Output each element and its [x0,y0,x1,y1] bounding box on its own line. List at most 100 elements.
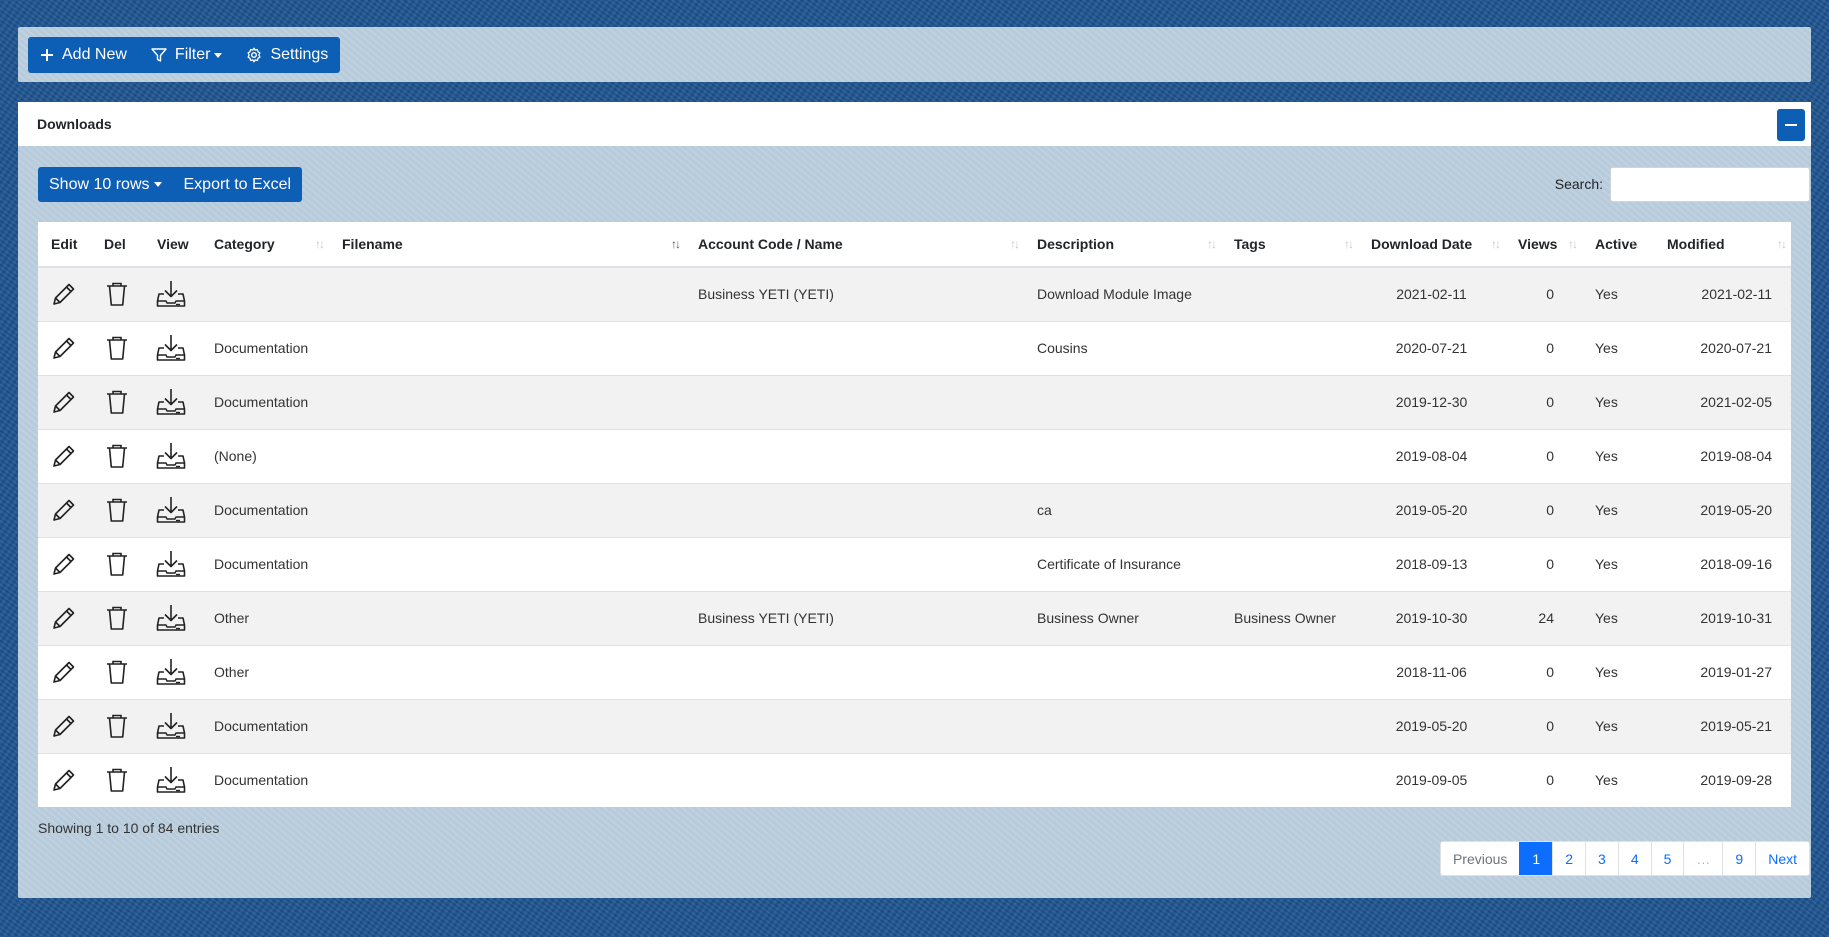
pencil-icon[interactable] [49,549,91,579]
download-icon[interactable] [155,710,201,742]
pencil-icon[interactable] [49,387,91,417]
cell-download-date: 2019-12-30 [1358,374,1505,429]
edit-cell [38,482,91,537]
trash-icon[interactable] [102,657,144,687]
cell-modified: 2019-09-28 [1644,752,1791,807]
table-row: Other Business YETI (YETI) Business Owne… [38,590,1791,645]
settings-button[interactable]: Settings [234,37,340,73]
cell-views: 0 [1505,320,1582,375]
delete-cell [91,752,144,807]
cell-active: Yes [1582,644,1644,699]
pencil-icon[interactable] [49,657,91,687]
pencil-icon[interactable] [49,279,91,309]
page-button[interactable]: 5 [1650,842,1684,875]
export-excel-button[interactable]: Export to Excel [173,167,303,202]
trash-icon[interactable] [102,279,144,309]
page-button[interactable]: 4 [1617,842,1651,875]
add-new-button[interactable]: Add New [28,37,139,73]
pencil-icon[interactable] [49,711,91,741]
trash-icon[interactable] [102,495,144,525]
trash-icon[interactable] [102,333,144,363]
cell-account: Business YETI (YETI) [685,590,1024,645]
page-button[interactable]: 3 [1585,842,1618,875]
header-tags[interactable]: Tags ↑↓ [1221,222,1358,268]
cell-download-date: 2019-08-04 [1358,428,1505,483]
pencil-icon[interactable] [49,495,91,525]
cell-category: Documentation [201,698,329,753]
cell-description: Business Owner [1024,590,1221,645]
header-category[interactable]: Category ↑↓ [201,222,329,268]
download-icon[interactable] [155,386,201,418]
pencil-icon[interactable] [49,603,91,633]
cell-description [1024,752,1221,807]
table-row: (None) 2019-08-04 0 Yes 2019-08-04 [38,428,1791,483]
edit-cell [38,752,91,807]
download-icon[interactable] [155,332,201,364]
next-page-button[interactable]: Next [1755,842,1809,875]
cell-description [1024,374,1221,429]
page-button[interactable]: 1 [1519,842,1553,875]
header-account[interactable]: Account Code / Name ↑↓ [685,222,1024,268]
download-icon[interactable] [155,278,201,310]
pencil-icon[interactable] [49,765,91,795]
view-cell [144,644,201,699]
cell-category: Documentation [201,374,329,429]
cell-account [685,752,1024,807]
header-del: Del [91,222,144,268]
header-filename[interactable]: Filename ↑↓ [329,222,685,268]
trash-icon[interactable] [102,549,144,579]
cell-modified: 2020-07-21 [1644,320,1791,375]
table-row: Documentation ca 2019-05-20 0 Yes 2019-0… [38,482,1791,537]
header-views[interactable]: Views ↑↓ [1505,222,1582,268]
cell-active: Yes [1582,482,1644,537]
cell-description [1024,644,1221,699]
cell-category: Documentation [201,536,329,591]
cell-active: Yes [1582,536,1644,591]
view-cell [144,536,201,591]
view-cell [144,374,201,429]
cell-views: 0 [1505,752,1582,807]
header-active[interactable]: Active ↑↓ [1582,222,1644,268]
entries-info: Showing 1 to 10 of 84 entries [38,820,220,836]
cell-tags [1221,374,1358,429]
table-header-row: Edit Del View Category ↑↓ Filename ↑↓ Acco… [38,222,1791,268]
cell-modified: 2021-02-05 [1644,374,1791,429]
edit-cell [38,428,91,483]
page-button[interactable]: 9 [1722,842,1755,875]
header-modified[interactable]: Modified ↑↓ [1644,222,1791,268]
cell-category: (None) [201,428,329,483]
trash-icon[interactable] [102,387,144,417]
trash-icon[interactable] [102,765,144,795]
cell-tags [1221,482,1358,537]
cell-tags [1221,536,1358,591]
download-icon[interactable] [155,656,201,688]
download-icon[interactable] [155,602,201,634]
table-row: Documentation Certificate of Insurance 2… [38,536,1791,591]
header-description[interactable]: Description ↑↓ [1024,222,1221,268]
cell-views: 0 [1505,536,1582,591]
chevron-down-icon [214,52,223,58]
header-download-date[interactable]: Download Date ↑↓ [1358,222,1505,268]
previous-page-button[interactable]: Previous [1441,842,1519,875]
pencil-icon[interactable] [49,441,91,471]
download-icon[interactable] [155,494,201,526]
show-rows-button[interactable]: Show 10 rows [38,167,173,202]
trash-icon[interactable] [102,603,144,633]
collapse-button[interactable] [1777,109,1805,141]
cell-modified: 2021-02-11 [1644,266,1791,321]
trash-icon[interactable] [102,711,144,741]
filter-label: Filter [174,46,211,63]
pencil-icon[interactable] [49,333,91,363]
trash-icon[interactable] [102,441,144,471]
download-icon[interactable] [155,764,201,796]
cell-category [201,266,329,321]
cell-filename [329,320,685,375]
export-label: Export to Excel [183,175,292,193]
download-icon[interactable] [155,440,201,472]
cell-description: Cousins [1024,320,1221,375]
download-icon[interactable] [155,548,201,580]
page-button[interactable]: 2 [1552,842,1585,875]
table-tools-group: Show 10 rows Export to Excel [38,167,303,202]
search-input[interactable] [1610,167,1810,202]
filter-button[interactable]: Filter [139,37,235,73]
